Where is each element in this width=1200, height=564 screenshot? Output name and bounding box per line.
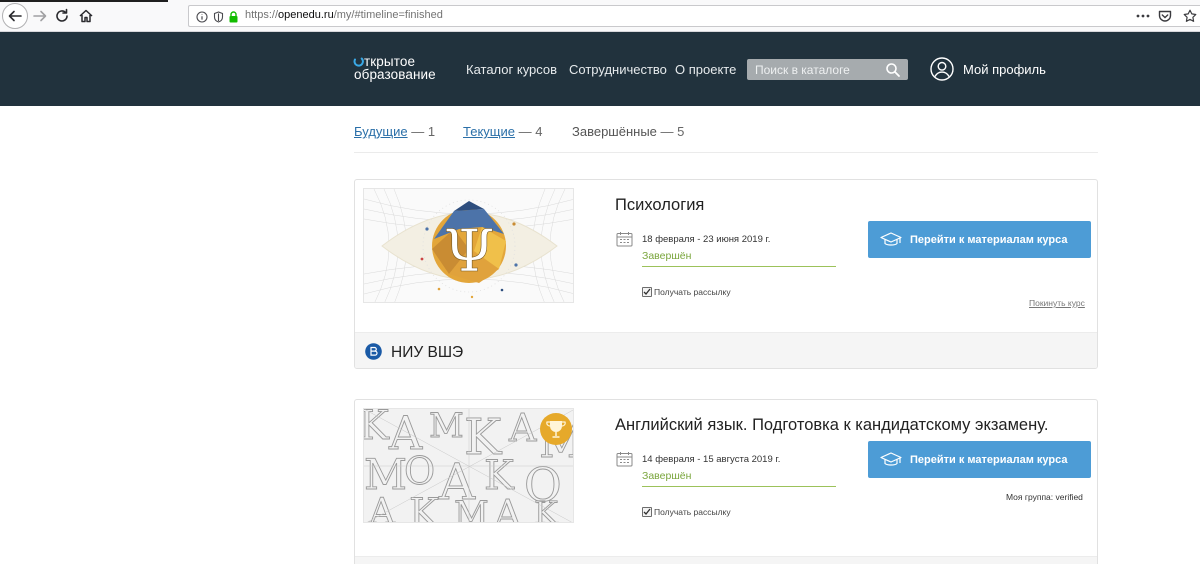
graduation-cap-icon <box>880 451 902 466</box>
course-status: Завершён <box>642 470 692 482</box>
nav-about[interactable]: О проекте <box>675 62 736 77</box>
leave-course-link[interactable]: Покинуть курс <box>1029 298 1085 308</box>
letters-collage-illustration: KAM KAM MOA KO AKM AK <box>364 409 573 523</box>
graduation-cap-icon <box>880 231 902 246</box>
course-card: Ψ Психология 18 февраля - 23 июня 2019 г… <box>354 179 1098 369</box>
svg-text:K: K <box>364 409 390 449</box>
hse-logo-icon <box>365 343 382 360</box>
browser-toolbar: https://openedu.ru/my/#timeline=finished <box>0 0 1200 32</box>
arrow-left-icon <box>8 10 22 22</box>
url-text[interactable]: https://openedu.ru/my/#timeline=finished <box>245 9 443 21</box>
subscribe-option: Получать рассылку <box>642 507 731 517</box>
go-to-materials-button[interactable]: Перейти к материалам курса <box>868 221 1091 258</box>
status-underline <box>642 486 836 487</box>
svg-text:M: M <box>454 494 489 523</box>
tracking-shield-icon[interactable] <box>211 10 225 24</box>
subscribe-label: Получать рассылку <box>654 507 731 517</box>
home-icon <box>79 9 93 23</box>
arrow-right-icon <box>33 10 47 22</box>
card-footer: НИУ ВШЭ <box>355 332 1097 368</box>
bookmark-button[interactable] <box>1182 8 1198 24</box>
search-icon[interactable] <box>885 62 901 78</box>
nav-catalog[interactable]: Каталог курсов <box>466 62 557 77</box>
tab-finished: Завершённые — 5 <box>572 124 684 139</box>
logo-text-line2: образование <box>354 67 436 82</box>
svg-text:M: M <box>429 409 464 446</box>
info-icon[interactable] <box>195 10 209 24</box>
subscribe-option: Получать рассылку <box>642 287 731 297</box>
active-tab-indicator <box>0 0 168 2</box>
course-title[interactable]: Английский язык. Подготовка к кандидатск… <box>615 416 1048 435</box>
url-path: /my/#timeline=finished <box>333 9 443 21</box>
nav-cooperation[interactable]: Сотрудничество <box>569 62 667 77</box>
course-status: Завершён <box>642 250 692 262</box>
course-card: KAM KAM MOA KO AKM AK Английский язык. П… <box>354 399 1098 564</box>
url-bar[interactable]: https://openedu.ru/my/#timeline=finished <box>188 5 1200 27</box>
tab-current: Текущие — 4 <box>463 124 542 139</box>
svg-text:Ψ: Ψ <box>444 217 495 285</box>
reload-icon <box>56 8 68 22</box>
svg-text:A: A <box>368 492 396 523</box>
svg-text:O: O <box>404 449 435 493</box>
card-footer <box>355 556 1097 564</box>
star-icon <box>1183 9 1197 22</box>
more-dots-icon <box>1136 14 1150 18</box>
subscribe-checkbox[interactable] <box>642 507 652 517</box>
tab-finished-count: — 5 <box>660 124 685 139</box>
course-title[interactable]: Психология <box>615 196 704 215</box>
calendar-icon <box>616 452 633 467</box>
course-image-english[interactable]: KAM KAM MOA KO AKM AK <box>363 408 574 523</box>
lock-icon[interactable] <box>226 10 240 24</box>
calendar-icon <box>616 232 633 247</box>
university-name[interactable]: НИУ ВШЭ <box>391 344 463 362</box>
go-to-materials-button[interactable]: Перейти к материалам курса <box>868 441 1091 478</box>
site-logo[interactable]: ткрытое образование <box>353 55 436 82</box>
tab-finished-label: Завершённые <box>572 124 657 139</box>
course-image-psychology[interactable]: Ψ <box>363 188 574 303</box>
subscribe-checkbox[interactable] <box>642 287 652 297</box>
tab-future-link[interactable]: Будущие <box>354 124 408 139</box>
status-underline <box>642 266 836 267</box>
group-label: Моя группа: verified <box>1006 492 1083 502</box>
home-button[interactable] <box>74 4 98 28</box>
url-protocol: https:// <box>245 9 279 21</box>
tab-current-count: — 4 <box>518 124 543 139</box>
logo-ring-icon <box>353 57 364 67</box>
tab-current-link[interactable]: Текущие <box>463 124 515 139</box>
tab-future: Будущие — 1 <box>354 124 435 139</box>
course-dates: 18 февраля - 23 июня 2019 г. <box>642 234 771 245</box>
go-to-materials-label: Перейти к материалам курса <box>910 453 1068 466</box>
svg-text:K: K <box>409 491 440 523</box>
url-host: openedu.ru <box>278 9 334 21</box>
svg-text:A: A <box>493 492 522 523</box>
timeline-divider <box>354 152 1098 153</box>
back-button[interactable] <box>2 3 28 29</box>
pocket-icon <box>1158 10 1172 22</box>
pocket-button[interactable] <box>1157 8 1173 24</box>
page-actions-button[interactable] <box>1134 8 1152 24</box>
search-input[interactable] <box>747 59 883 80</box>
svg-text:A: A <box>508 409 537 450</box>
reload-button[interactable] <box>50 4 74 28</box>
user-icon[interactable] <box>930 57 954 81</box>
subscribe-label: Получать рассылку <box>654 287 731 297</box>
forward-button[interactable] <box>28 4 52 28</box>
course-dates: 14 февраля - 15 августа 2019 г. <box>642 454 781 465</box>
search-box <box>747 59 908 80</box>
psi-eye-illustration: Ψ <box>364 189 573 302</box>
go-to-materials-label: Перейти к материалам курса <box>910 233 1068 246</box>
tab-future-count: — 1 <box>411 124 436 139</box>
profile-link[interactable]: Мой профиль <box>963 62 1046 77</box>
